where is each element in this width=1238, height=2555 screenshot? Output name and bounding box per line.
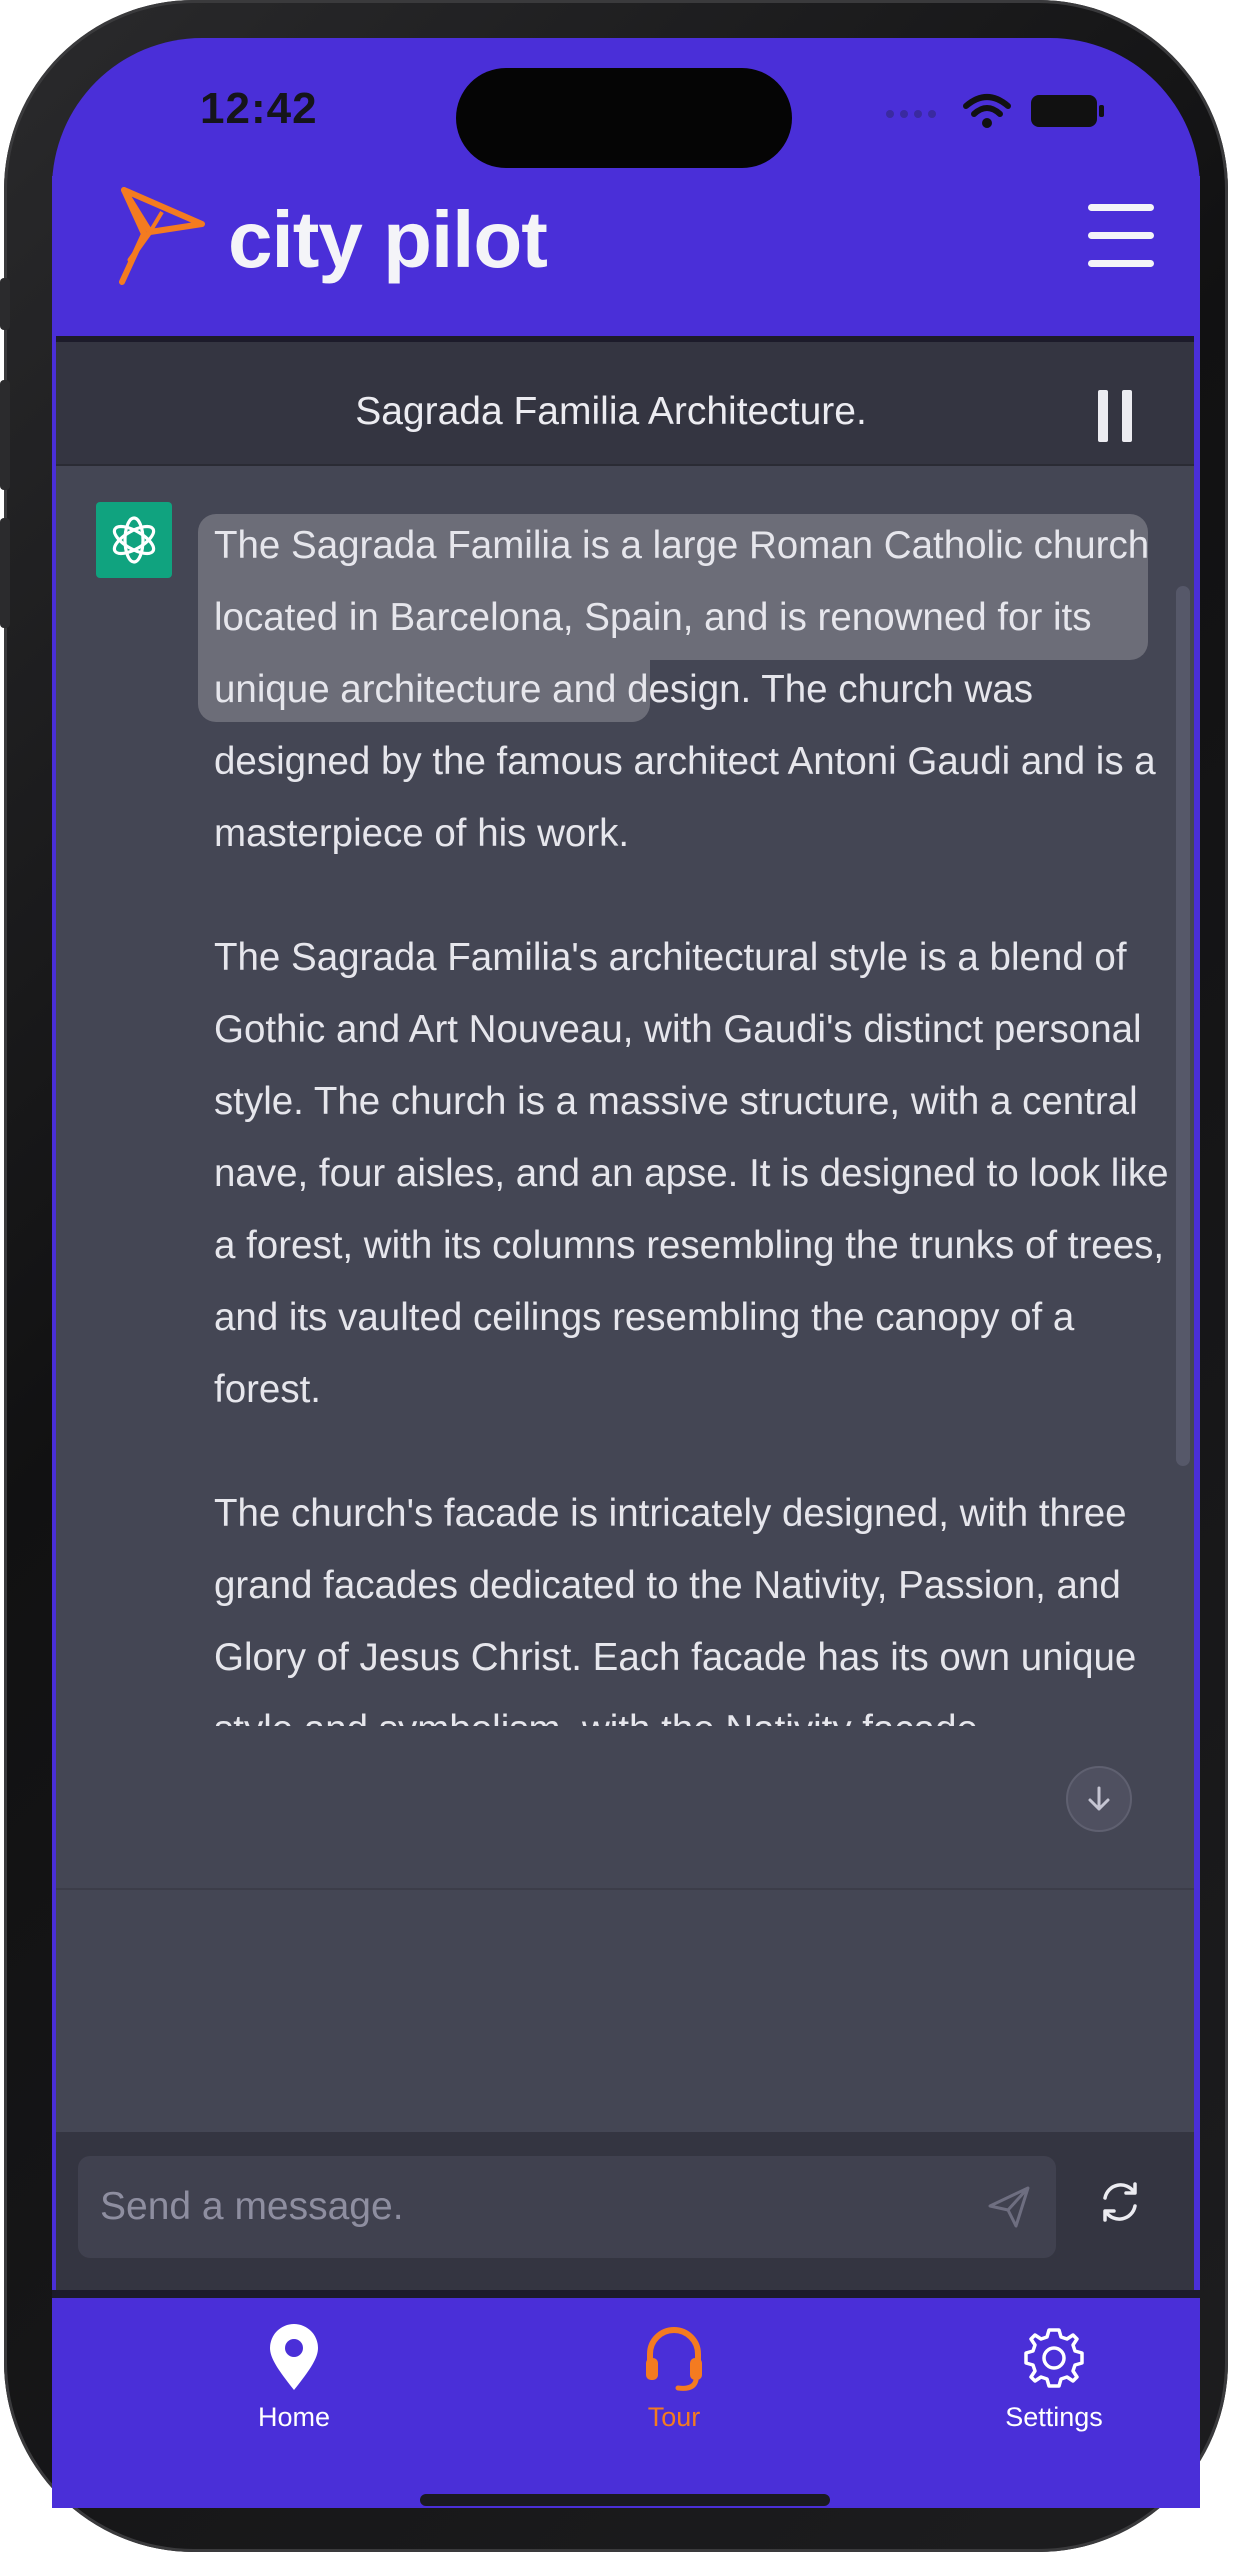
- status-time: 12:42: [200, 84, 318, 133]
- arrow-down-icon[interactable]: [1066, 1766, 1132, 1832]
- chat-divider: [56, 1888, 1194, 1890]
- battery-icon: [1031, 95, 1104, 127]
- brand-name: city pilot: [228, 195, 548, 284]
- pause-icon[interactable]: [1098, 390, 1132, 442]
- chat-panel: Sagrada Familia Architecture. The Sagrad…: [56, 336, 1194, 2132]
- status-icons: [884, 92, 1106, 130]
- message-paragraph: The church's facade is intricately desig…: [214, 1492, 1137, 1726]
- app-header: city pilot: [52, 176, 1200, 326]
- openai-logo-icon: [96, 502, 172, 578]
- bottom-nav: Home Tour Settings: [52, 2290, 1200, 2508]
- city-pilot-logo: [119, 187, 205, 285]
- volume-down-button: [0, 518, 10, 628]
- refresh-icon[interactable]: [1096, 2178, 1144, 2226]
- composer: [56, 2132, 1194, 2290]
- message-paragraph: The Sagrada Familia's architectural styl…: [214, 936, 1169, 1411]
- nav-settings[interactable]: Settings: [954, 2324, 1154, 2433]
- wifi-icon: [963, 94, 1011, 128]
- assistant-message: The Sagrada Familia is a large Roman Cat…: [214, 510, 1174, 1726]
- mute-switch: [0, 278, 10, 330]
- dynamic-island: [456, 68, 792, 168]
- message-input-box: [78, 2156, 1056, 2258]
- home-indicator: [420, 2494, 830, 2506]
- chat-header: Sagrada Familia Architecture.: [56, 342, 1194, 466]
- map-pin-icon: [270, 2324, 318, 2390]
- nav-home[interactable]: Home: [194, 2324, 394, 2433]
- signal-icon: [886, 110, 936, 118]
- nav-tour[interactable]: Tour: [574, 2324, 774, 2433]
- volume-up-button: [0, 380, 10, 490]
- nav-label-home: Home: [257, 2402, 331, 2432]
- message-paragraph: The Sagrada Familia is a large Roman Cat…: [214, 524, 1156, 855]
- chat-title: Sagrada Familia Architecture.: [355, 390, 867, 433]
- nav-label-tour: Tour: [647, 2402, 701, 2432]
- headset-icon: [646, 2327, 702, 2391]
- message-input[interactable]: [98, 2156, 978, 2258]
- hamburger-menu-icon[interactable]: [1088, 200, 1154, 272]
- scrollbar[interactable]: [1176, 586, 1190, 1466]
- nav-label-settings: Settings: [1005, 2402, 1103, 2432]
- send-icon[interactable]: [986, 2184, 1032, 2230]
- gear-icon: [1024, 2328, 1084, 2388]
